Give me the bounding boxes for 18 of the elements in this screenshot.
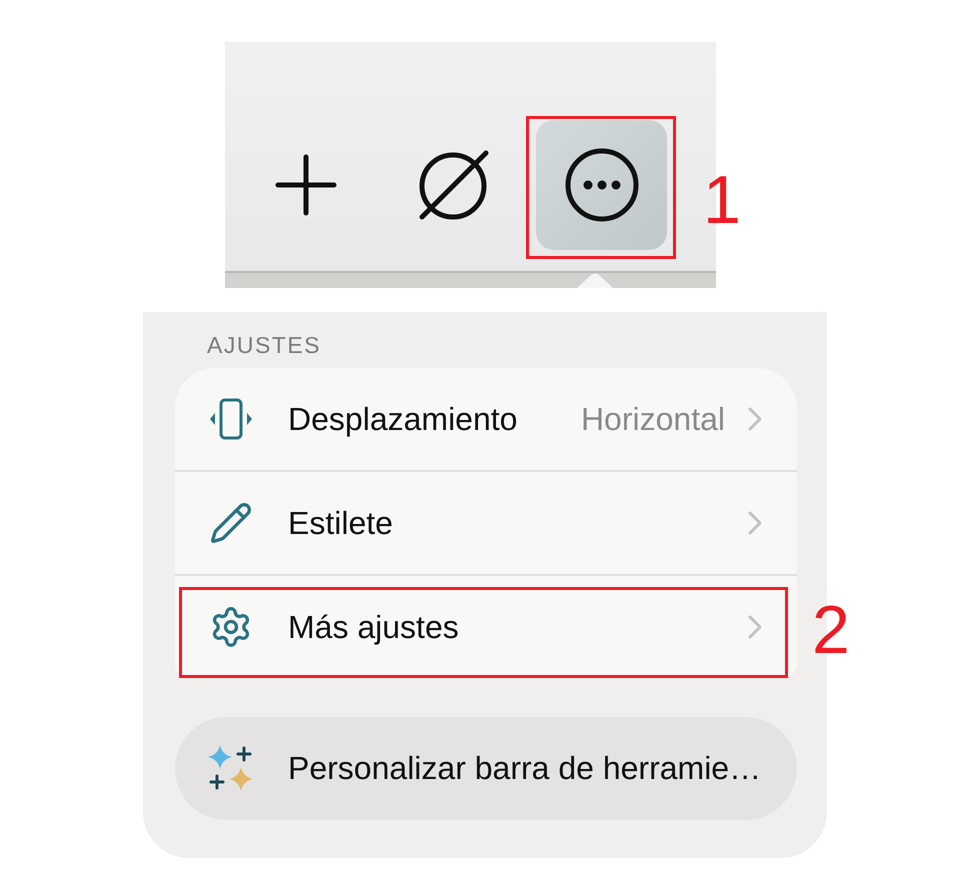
chevron-right-icon — [748, 407, 762, 431]
pencil-icon — [209, 501, 253, 545]
section-title: AJUSTES — [207, 334, 322, 357]
plus-icon — [274, 153, 338, 217]
item-value: Horizontal — [580, 400, 725, 438]
callout-number: 1 — [703, 166, 741, 234]
pointer-notch-icon — [577, 273, 613, 288]
callout-number: 2 — [812, 596, 850, 664]
empty-set-icon — [418, 149, 490, 221]
chevron-right-icon — [748, 615, 762, 639]
more-icon — [564, 148, 638, 222]
more-button[interactable] — [536, 120, 667, 250]
menu-item[interactable]: Desplazamiento Horizontal — [175, 368, 797, 470]
menu-item[interactable]: Más ajustes — [175, 576, 797, 678]
phone-arrows-icon — [208, 398, 254, 440]
chevron-right-icon — [748, 511, 762, 535]
menu-item[interactable]: Estilete — [175, 472, 797, 574]
customize-toolbar-button[interactable]: Personalizar barra de herramie… — [175, 717, 797, 820]
